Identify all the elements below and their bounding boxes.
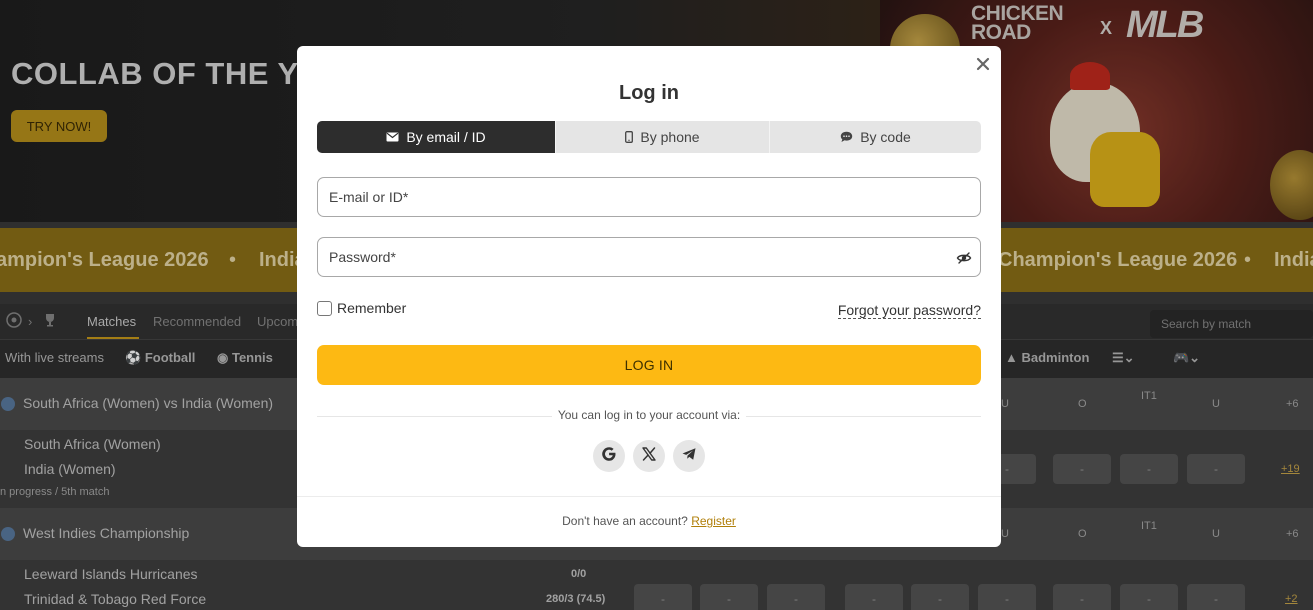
email-field[interactable]	[318, 178, 980, 216]
google-icon	[601, 446, 617, 467]
forgot-password-link[interactable]: Forgot your password?	[837, 302, 981, 319]
eye-slash-icon[interactable]	[956, 250, 972, 266]
dialog-footer: Don't have an account? Register	[297, 496, 1001, 547]
tab-by-email[interactable]: By email / ID	[317, 121, 556, 153]
close-icon[interactable]	[971, 52, 995, 76]
envelope-icon	[386, 132, 399, 142]
telegram-login-button[interactable]	[673, 440, 705, 472]
email-field-wrapper	[317, 177, 981, 217]
tab-label: By phone	[640, 129, 700, 145]
phone-icon	[625, 131, 634, 143]
login-dialog: Log in By email / ID By phone By code E-…	[297, 46, 1001, 547]
tab-by-code[interactable]: By code	[770, 121, 981, 153]
dialog-title: Log in	[619, 82, 679, 104]
remember-me[interactable]: Remember	[317, 300, 406, 316]
google-login-button[interactable]	[593, 440, 625, 472]
tab-label: By email / ID	[406, 129, 486, 145]
register-link[interactable]: Register	[691, 514, 736, 528]
login-method-tabs: By email / ID By phone By code	[317, 121, 981, 153]
x-icon	[641, 446, 657, 467]
password-field[interactable]	[318, 238, 980, 276]
remember-checkbox[interactable]	[317, 300, 332, 316]
telegram-icon	[681, 446, 697, 467]
tab-by-phone[interactable]: By phone	[556, 121, 770, 153]
login-button[interactable]: LOG IN	[317, 345, 981, 385]
social-login-text: You can log in to your account via:	[551, 408, 747, 422]
remember-label: Remember	[337, 300, 407, 316]
tab-label: By code	[860, 129, 911, 145]
password-field-wrapper	[317, 237, 981, 277]
social-login-caption: You can log in to your account via:	[317, 408, 981, 422]
register-prompt: Don't have an account? Register	[297, 514, 1001, 528]
no-account-text: Don't have an account?	[562, 514, 688, 528]
x-login-button[interactable]	[633, 440, 665, 472]
chat-icon	[840, 131, 853, 143]
social-login-divider: You can log in to your account via:	[317, 408, 981, 424]
